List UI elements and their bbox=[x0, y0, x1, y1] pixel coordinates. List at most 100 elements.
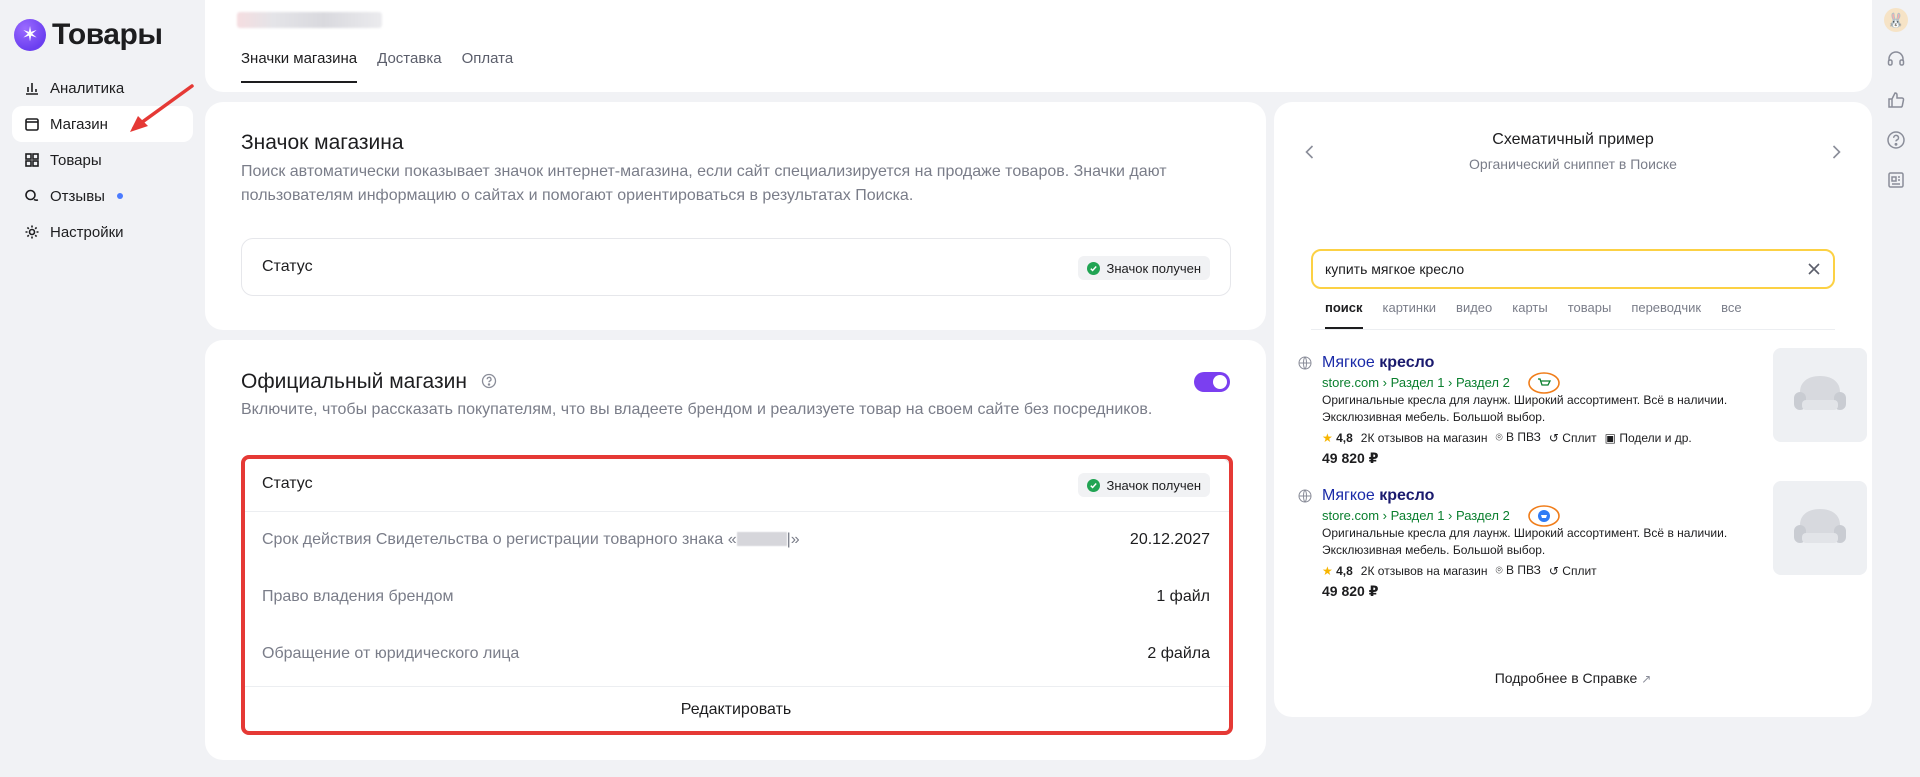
snippet-rating: ★ 4,8 bbox=[1322, 564, 1353, 578]
pin-icon: ⌾ bbox=[1495, 430, 1503, 444]
preview-search-box: купить мягкое кресло bbox=[1311, 249, 1835, 289]
details-status-row: Статус Значок получен bbox=[242, 458, 1230, 512]
sidebar-item-label: Магазин bbox=[50, 115, 108, 133]
split-icon: ↺ bbox=[1548, 430, 1559, 445]
divider bbox=[1311, 329, 1835, 330]
snippet-price: 49 820 ₽ bbox=[1322, 583, 1379, 599]
serp-snippet: Мягкое кресло store.com › Раздел 1 › Раз… bbox=[1298, 481, 1867, 599]
snippet-meta: ★ 4,8 2К отзывов на магазин ⌾ В ПВЗ ↺ Сп… bbox=[1322, 430, 1692, 445]
snippet-title: Мягкое кресло bbox=[1322, 487, 1434, 505]
armchair-icon bbox=[1794, 376, 1846, 410]
sidebar-item-settings[interactable]: Настройки bbox=[12, 214, 193, 250]
rating-value: 4,8 bbox=[1336, 430, 1353, 445]
right-rail: 🐰 bbox=[1880, 8, 1912, 208]
globe-icon bbox=[1298, 489, 1312, 503]
status-label: Статус bbox=[262, 475, 313, 492]
snippet-rating: ★ 4,8 bbox=[1322, 431, 1353, 445]
sidebar-item-label: Аналитика bbox=[50, 79, 125, 97]
official-store-toggle[interactable] bbox=[1194, 372, 1230, 392]
preview-card: Схематичный пример Органический сниппет … bbox=[1274, 102, 1872, 717]
header-tabs-card: Значки магазина Доставка Оплата bbox=[205, 0, 1872, 92]
detail-label: Право владения брендом bbox=[262, 588, 454, 605]
extra-text: Подели и др. bbox=[1619, 430, 1692, 445]
check-circle-icon bbox=[1087, 478, 1101, 492]
chart-icon bbox=[24, 80, 40, 96]
serp-tab: карты bbox=[1512, 300, 1548, 315]
status-label: Статус bbox=[262, 258, 313, 275]
detail-value[interactable]: 1 файл bbox=[1156, 588, 1210, 606]
brand-ownership-row: Право владения брендом 1 файл bbox=[242, 569, 1230, 626]
toggle-knob bbox=[1213, 375, 1227, 389]
serp-tab: видео bbox=[1456, 300, 1493, 315]
official-store-details: Статус Значок получен Срок действия Свид… bbox=[241, 457, 1231, 735]
snippet-title-bold: кресло bbox=[1379, 487, 1435, 504]
snippet-description: Оригинальные кресла для лаунж. Широкий а… bbox=[1322, 526, 1728, 557]
edit-button[interactable]: Редактировать bbox=[242, 686, 1230, 734]
official-store-description: Включите, чтобы рассказать покупателям, … bbox=[241, 401, 1153, 418]
serp-tabs: поиск картинки видео карты товары перево… bbox=[1325, 300, 1742, 329]
detail-value[interactable]: 2 файла bbox=[1147, 645, 1210, 663]
thumb-up-icon[interactable] bbox=[1884, 88, 1908, 112]
pickup-text: В ПВЗ bbox=[1506, 563, 1541, 577]
close-icon bbox=[1808, 263, 1820, 275]
snippet-url: store.com › Раздел 1 › Раздел 2 bbox=[1322, 508, 1510, 523]
news-icon[interactable] bbox=[1884, 168, 1908, 192]
snippet-reviews: 2К отзывов на магазин bbox=[1360, 563, 1488, 578]
serp-tab: все bbox=[1721, 300, 1742, 315]
trademark-expiry-row: Срок действия Свидетельства о регистраци… bbox=[242, 512, 1230, 569]
help-icon[interactable] bbox=[1884, 128, 1908, 152]
star-logo-icon: ✶ bbox=[14, 19, 46, 51]
sidebar-item-reviews[interactable]: Отзывы bbox=[12, 178, 193, 214]
detail-value: 20.12.2027 bbox=[1129, 531, 1210, 548]
serp-snippet: Мягкое кресло store.com › Раздел 1 › Раз… bbox=[1298, 348, 1867, 466]
snippet-pickup: ⌾ В ПВЗ bbox=[1496, 430, 1541, 445]
help-link-text: Подробнее в Справке bbox=[1494, 670, 1638, 686]
snippet-title-plain: Мягкое bbox=[1322, 354, 1380, 371]
status-badge: Значок получен bbox=[1078, 473, 1210, 497]
serp-tab: картинки bbox=[1382, 300, 1437, 315]
pickup-text: В ПВЗ bbox=[1506, 430, 1541, 444]
split-text: Сплит bbox=[1562, 563, 1597, 578]
status-badge: Значок получен bbox=[1078, 256, 1210, 280]
official-store-title-text: Официальный магазин bbox=[241, 370, 467, 393]
app-logo[interactable]: ✶ Товары bbox=[14, 18, 163, 52]
split-icon: ↺ bbox=[1548, 563, 1559, 578]
sidebar-item-products[interactable]: Товары bbox=[12, 142, 193, 178]
tab-delivery[interactable]: Доставка bbox=[377, 50, 441, 83]
notification-dot bbox=[116, 193, 123, 199]
check-circle-icon bbox=[1087, 261, 1101, 275]
pin-icon: ⌾ bbox=[1495, 563, 1503, 577]
share-icon: ▣ bbox=[1604, 430, 1616, 445]
avatar[interactable]: 🐰 bbox=[1884, 8, 1908, 32]
detail-label: Срок действия Свидетельства о регистраци… bbox=[262, 531, 800, 548]
app-title: Товары bbox=[52, 18, 163, 51]
chat-icon bbox=[24, 188, 40, 204]
snippet-url: store.com › Раздел 1 › Раздел 2 bbox=[1322, 375, 1510, 390]
store-badge-status-box: Статус Значок получен bbox=[241, 238, 1231, 296]
snippet-price: 49 820 ₽ bbox=[1322, 450, 1379, 466]
preview-title: Схематичный пример bbox=[1492, 131, 1654, 148]
store-icon bbox=[24, 116, 40, 132]
legal-entity-request-row: Обращение от юридического лица 2 файла bbox=[242, 626, 1230, 683]
armchair-image bbox=[1773, 348, 1867, 442]
detail-label: Обращение от юридического лица bbox=[262, 645, 520, 662]
question-circle-icon[interactable] bbox=[481, 373, 497, 389]
split-text: Сплит bbox=[1562, 430, 1597, 445]
tab-payment[interactable]: Оплата bbox=[462, 50, 514, 83]
snippet-title-bold: кресло bbox=[1379, 354, 1435, 371]
tab-store-badges[interactable]: Значки магазина bbox=[241, 50, 358, 83]
sidebar-item-label: Товары bbox=[50, 151, 102, 169]
help-link[interactable]: Подробнее в Справке ↗ bbox=[1274, 670, 1872, 686]
grid-icon bbox=[24, 152, 40, 168]
tab-bar: Значки магазина Доставка Оплата bbox=[241, 50, 513, 83]
snippet-description: Оригинальные кресла для лаунж. Широкий а… bbox=[1322, 393, 1728, 424]
snippet-meta: ★ 4,8 2К отзывов на магазин ⌾ В ПВЗ ↺ Сп… bbox=[1322, 563, 1597, 578]
rating-value: 4,8 bbox=[1336, 563, 1353, 578]
status-badge-text: Значок получен bbox=[1106, 260, 1201, 276]
preview-subtitle: Органический сниппет в Поиске bbox=[1469, 156, 1677, 172]
headset-icon[interactable] bbox=[1884, 48, 1908, 72]
star-icon: ★ bbox=[1322, 563, 1333, 578]
snippet-reviews: 2К отзывов на магазин bbox=[1360, 430, 1488, 445]
store-badge-card: Значок магазина Поиск автоматически пока… bbox=[205, 102, 1266, 330]
armchair-icon bbox=[1794, 509, 1846, 543]
